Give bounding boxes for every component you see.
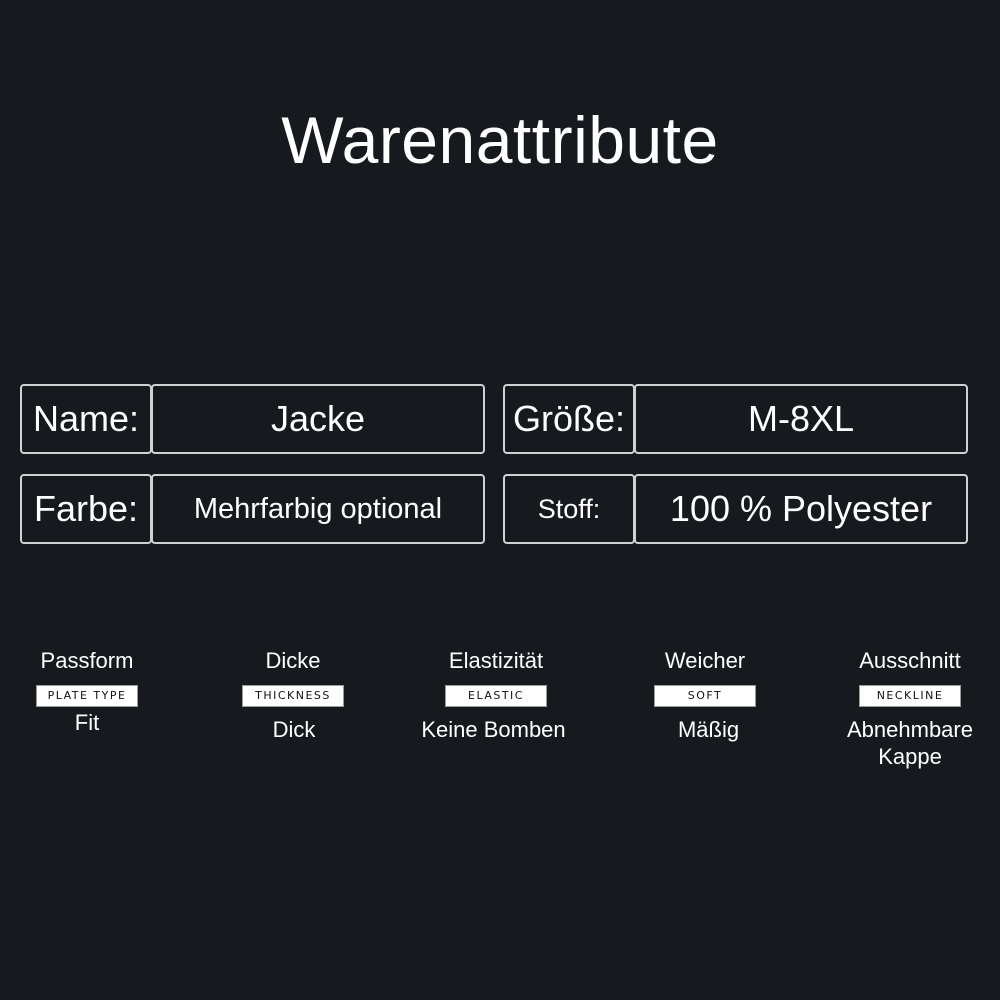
attribute-value: Fit [74,710,100,735]
attribute-tag: ELASTIC [445,685,547,707]
attribute-fit: Passform PLATE TYPE Fit [0,647,187,736]
attribute-neckline: Ausschnitt NECKLINE Abnehmbare Kappe [810,647,1000,770]
attribute-label: Ausschnitt [859,648,961,673]
attribute-value: Abnehmbare Kappe [847,717,973,769]
property-color-label: Farbe: [20,474,152,544]
property-name-value: Jacke [151,384,485,454]
page-title: Warenattribute [281,103,719,177]
attribute-label: Weicher [664,648,746,673]
property-size-value: M-8XL [634,384,968,454]
attribute-tag: THICKNESS [242,685,344,707]
attribute-softness: Weicher SOFT Mäßig [605,647,805,743]
property-color-value: Mehrfarbig optional [151,474,485,544]
attribute-tag: PLATE TYPE [36,685,138,707]
attribute-tag: NECKLINE [859,685,961,707]
attribute-label: Dicke [265,648,321,673]
property-fabric-value: 100 % Polyester [634,474,968,544]
attribute-tag: SOFT [654,685,756,707]
attribute-elastic: Elastizität ELASTIC Keine Bomben [396,647,596,743]
property-fabric-label: Stoff: [503,474,635,544]
attribute-value: Dick [272,717,316,742]
attribute-thickness: Dicke THICKNESS Dick [193,647,393,743]
property-name-label: Name: [20,384,152,454]
property-size-label: Größe: [503,384,635,454]
attribute-value: Mäßig [677,717,740,742]
attribute-label: Passform [40,648,134,673]
attribute-value: Keine Bomben [421,717,566,742]
attribute-label: Elastizität [448,648,544,673]
